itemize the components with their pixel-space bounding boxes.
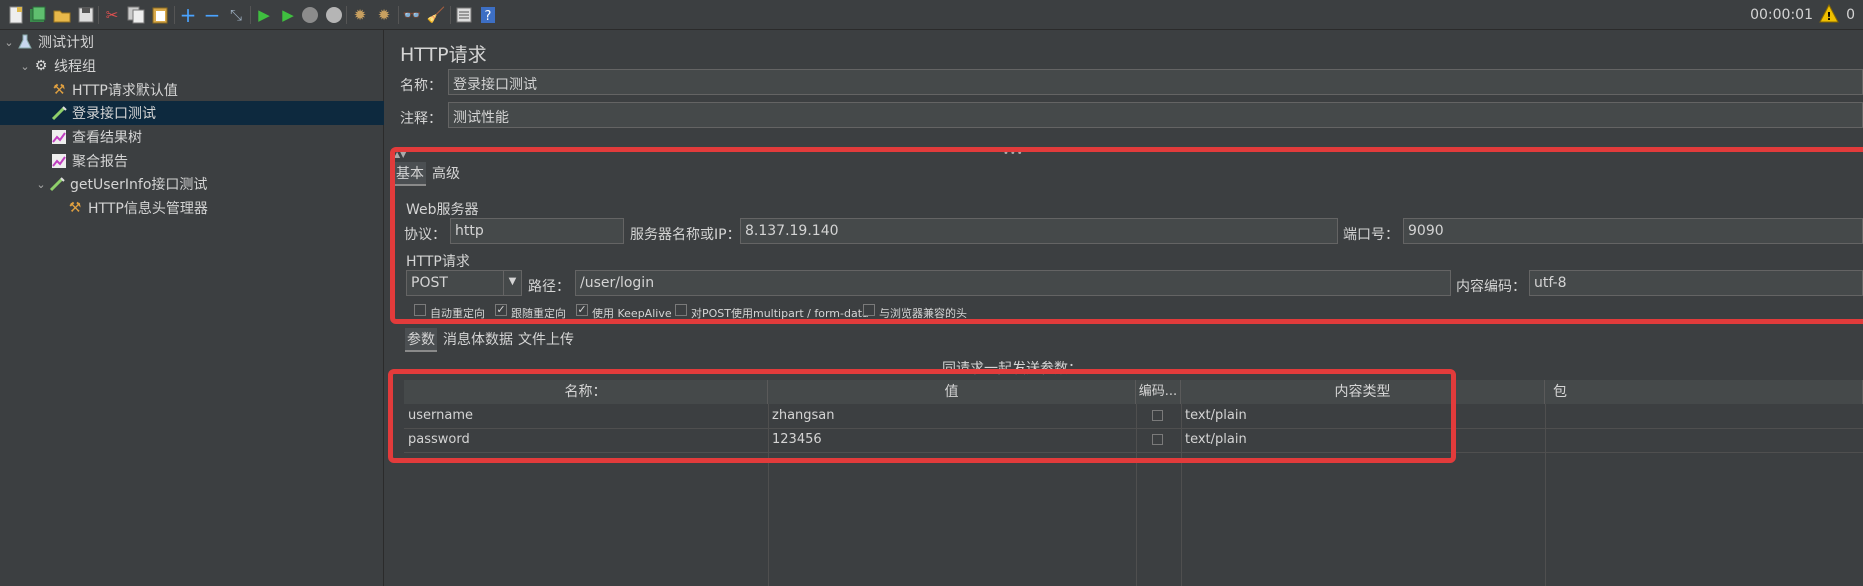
pipette-icon — [50, 104, 68, 122]
cut-icon[interactable]: ✂ — [102, 5, 122, 25]
highlight-box-params — [388, 369, 1456, 463]
wrench-icon: ⚒ — [52, 82, 66, 98]
reset-search-icon[interactable]: 🧹 — [426, 5, 446, 25]
clear-icon[interactable]: ✹ — [350, 5, 370, 25]
chevron-down-icon[interactable]: ⌄ — [2, 36, 16, 49]
highlight-box-basic — [390, 147, 1863, 324]
search-icon[interactable]: 👓 — [402, 5, 422, 25]
panel-title: HTTP请求 — [400, 44, 487, 66]
svg-text:?: ? — [485, 9, 492, 24]
shutdown-icon[interactable] — [324, 5, 344, 25]
chart-icon — [50, 152, 68, 170]
start-no-pause-icon[interactable]: ▶ — [278, 5, 298, 25]
chart-icon — [50, 128, 68, 146]
templates-icon[interactable] — [28, 5, 48, 25]
flask-icon — [16, 33, 34, 51]
gear-icon: ⚙ — [34, 58, 48, 74]
test-plan-tree: ⌄ 测试计划 ⌄ ⚙ 线程组 ⚒ HTTP请求默认值 登录接口测试 查看结果树 … — [0, 30, 384, 586]
chevron-down-icon[interactable]: ⌄ — [34, 178, 48, 191]
save-icon[interactable] — [76, 5, 96, 25]
help-icon[interactable]: ? — [478, 5, 498, 25]
tab-parameters[interactable]: 参数 — [405, 328, 437, 352]
collapse-icon[interactable]: − — [202, 5, 222, 25]
tree-item-getuserinfo-test[interactable]: ⌄ getUserInfo接口测试 — [0, 172, 384, 196]
name-label: 名称： — [400, 78, 442, 94]
name-field[interactable]: 登录接口测试 — [448, 69, 1863, 95]
pipette-icon — [48, 175, 66, 193]
comment-label: 注释： — [400, 111, 442, 127]
paste-icon[interactable] — [150, 5, 170, 25]
new-icon[interactable] — [6, 5, 26, 25]
elapsed-timer: 00:00:01 — [1750, 7, 1813, 23]
wrench-icon: ⚒ — [68, 200, 82, 216]
tree-item-results-tree[interactable]: 查看结果树 — [0, 125, 384, 149]
column-header-include[interactable]: 包 — [1545, 380, 1863, 404]
chevron-down-icon[interactable]: ⌄ — [18, 60, 32, 73]
tree-item-http-defaults[interactable]: ⚒ HTTP请求默认值 — [0, 78, 384, 102]
toolbar: ✂ + − ⤡ ▶ ▶ ✹ ✹ 👓 🧹 ? 00:00:01 ! 0 — [0, 0, 1863, 30]
expand-icon[interactable]: + — [178, 5, 198, 25]
tree-item-aggregate-report[interactable]: 聚合报告 — [0, 149, 384, 173]
copy-icon[interactable] — [126, 5, 146, 25]
warning-icon[interactable]: ! — [1819, 3, 1839, 24]
function-helper-icon[interactable] — [454, 5, 474, 25]
svg-text:!: ! — [1826, 10, 1831, 23]
sampler-panel: HTTP请求 名称： 登录接口测试 注释： 测试性能 ▲▼ ••• 基本 高级 … — [388, 30, 1863, 586]
toggle-icon[interactable]: ⤡ — [226, 5, 246, 25]
clear-all-icon[interactable]: ✹ — [374, 5, 394, 25]
tab-file-upload[interactable]: 文件上传 — [516, 328, 576, 352]
open-icon[interactable] — [52, 5, 72, 25]
tree-item-login-test[interactable]: 登录接口测试 — [0, 101, 384, 125]
tree-item-header-manager[interactable]: ⚒ HTTP信息头管理器 — [0, 196, 384, 220]
tree-item-thread-group[interactable]: ⌄ ⚙ 线程组 — [0, 54, 384, 78]
stop-icon[interactable] — [300, 5, 320, 25]
comment-field[interactable]: 测试性能 — [448, 102, 1863, 128]
warning-count: 0 — [1846, 7, 1855, 23]
tree-item-test-plan[interactable]: ⌄ 测试计划 — [0, 30, 384, 54]
tab-body-data[interactable]: 消息体数据 — [441, 328, 515, 352]
start-icon[interactable]: ▶ — [254, 5, 274, 25]
